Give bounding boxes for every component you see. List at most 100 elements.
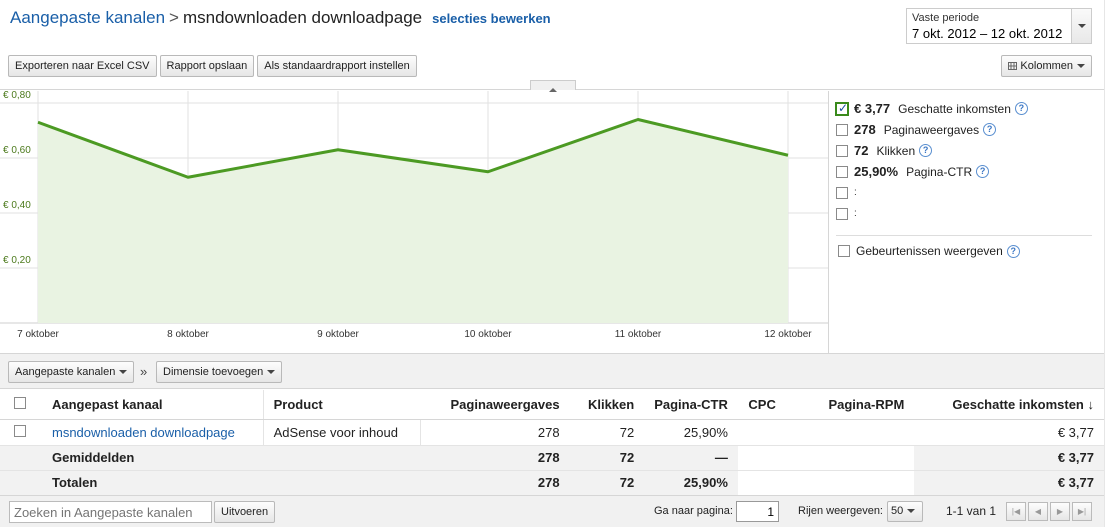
help-circle-icon[interactable]: ? <box>1006 244 1020 258</box>
metrics-legend: € 3,77 Geschatte inkomsten ? 278 Paginaw… <box>835 98 1096 224</box>
export-csv-button[interactable]: Exporteren naar Excel CSV <box>8 55 157 77</box>
x-tick-label: 7 oktober <box>17 329 59 340</box>
show-events-toggle[interactable]: Gebeurtenissen weergeven ? <box>838 244 1020 258</box>
empty-metric-mark: : <box>854 187 857 198</box>
next-page-icon[interactable]: ▶ <box>1050 502 1070 521</box>
ctr-checkbox[interactable] <box>836 165 848 178</box>
totals-label: Totalen <box>42 470 264 496</box>
chevron-down-icon <box>907 509 916 514</box>
page-scrollbar[interactable] <box>1104 0 1112 527</box>
chevron-down-icon <box>1077 64 1085 69</box>
page-number-input[interactable] <box>736 501 779 522</box>
page-title: msndownloaden downloadpage <box>182 8 423 27</box>
breadcrumb-root-link[interactable]: Aangepaste kanalen <box>10 8 165 27</box>
first-page-icon[interactable]: |◀ <box>1006 502 1026 521</box>
table-header-row: Aangepast kanaal Product Paginaweergaves… <box>0 390 1104 420</box>
y-tick-label: € 0,80 <box>3 91 31 101</box>
x-tick-label: 12 oktober <box>764 329 812 340</box>
cpc-cell <box>737 419 786 446</box>
total-ctr-cell: 25,90% <box>644 470 738 496</box>
earnings-chart-svg: € 0,80 € 0,60 € 0,40 € 0,20 7 oktober 8 oktob… <box>0 91 828 340</box>
column-header-rpm[interactable]: Pagina-RPM <box>785 390 915 420</box>
help-circle-icon[interactable]: ? <box>983 123 997 136</box>
column-header-channel[interactable]: Aangepast kanaal <box>42 390 264 420</box>
table-row: msndownloaden downloadpage AdSense voor … <box>0 419 1104 446</box>
empty-metric-checkbox[interactable] <box>836 186 848 199</box>
earnings-total: € 3,77 <box>854 101 891 116</box>
x-tick-label: 10 oktober <box>464 329 512 340</box>
help-circle-icon[interactable]: ? <box>1014 102 1028 115</box>
rows-per-page-label: Rijen weergeven: <box>798 505 883 517</box>
legend-item-earnings[interactable]: € 3,77 Geschatte inkomsten ? <box>835 98 1096 119</box>
add-dimension-label: Dimensie toevoegen <box>163 366 264 378</box>
go-to-page-label: Ga naar pagina: <box>654 505 733 517</box>
column-header-earnings[interactable]: Geschatte inkomsten ↓ <box>914 390 1104 420</box>
sort-down-arrow-icon: ↓ <box>1087 396 1095 412</box>
x-tick-label: 8 oktober <box>167 329 209 340</box>
channel-link[interactable]: msndownloaden downloadpage <box>52 425 235 440</box>
legend-item-clicks[interactable]: 72 Klikken ? <box>836 140 1096 161</box>
clicks-label: Klikken <box>876 143 916 158</box>
last-page-icon[interactable]: ▶| <box>1072 502 1092 521</box>
select-all-checkbox[interactable] <box>14 396 26 409</box>
pageviews-cell: 278 <box>420 419 570 446</box>
help-circle-icon[interactable]: ? <box>976 165 990 178</box>
rpm-cell <box>785 419 915 446</box>
columns-button[interactable]: Kolommen <box>1001 55 1092 77</box>
run-search-button[interactable]: Uitvoeren <box>214 501 276 523</box>
set-default-report-button[interactable]: Als standaardrapport instellen <box>257 55 417 77</box>
earnings-checkbox[interactable] <box>835 101 849 116</box>
averages-label: Gemiddelden <box>42 445 264 471</box>
column-header-cpc[interactable]: CPC <box>737 390 786 420</box>
column-header-clicks[interactable]: Klikken <box>569 390 645 420</box>
avg-pageviews-cell: 278 <box>420 445 570 471</box>
y-tick-label: € 0,20 <box>3 255 31 266</box>
series-area <box>38 119 788 323</box>
avg-ctr-cell: — <box>644 445 738 471</box>
clicks-cell: 72 <box>569 419 645 446</box>
collapse-chart-button[interactable] <box>530 80 576 92</box>
legend-item-ctr[interactable]: 25,90% Pagina-CTR ? <box>836 161 1096 182</box>
dimension-bar: Aangepaste kanalen » Dimensie toevoegen <box>0 353 1104 389</box>
primary-dimension-dropdown[interactable]: Aangepaste kanalen <box>8 361 135 383</box>
empty-metric-checkbox[interactable] <box>836 207 848 220</box>
rows-per-page-value: 50 <box>891 505 904 517</box>
legend-item-empty-1[interactable]: : <box>836 182 1096 203</box>
search-input[interactable] <box>9 501 212 523</box>
date-range-dropdown-button[interactable] <box>1071 9 1091 43</box>
show-events-checkbox[interactable] <box>838 245 850 257</box>
chevron-down-icon <box>267 370 276 375</box>
column-header-product[interactable]: Product <box>262 390 421 420</box>
row-checkbox[interactable] <box>14 424 26 437</box>
ctr-label: Pagina-CTR <box>906 164 973 179</box>
y-tick-label: € 0,40 <box>3 200 31 211</box>
edit-selection-link[interactable]: selecties bewerken <box>432 11 551 26</box>
show-events-label: Gebeurtenissen weergeven <box>856 244 1003 258</box>
date-range-selector[interactable]: Vaste periode 7 okt. 2012 – 12 okt. 2012 <box>906 8 1092 44</box>
clicks-checkbox[interactable] <box>836 144 848 157</box>
chevron-down-icon <box>119 370 128 375</box>
chart-collapse-bar <box>0 80 1104 92</box>
prev-page-icon[interactable]: ◀ <box>1028 502 1048 521</box>
total-earnings-cell: € 3,77 <box>914 470 1104 496</box>
column-header-ctr[interactable]: Pagina-CTR <box>644 390 738 420</box>
help-circle-icon[interactable]: ? <box>919 144 933 157</box>
add-dimension-dropdown[interactable]: Dimensie toevoegen <box>156 361 283 383</box>
y-tick-label: € 0,60 <box>3 145 31 156</box>
pageviews-checkbox[interactable] <box>836 123 848 136</box>
table-footer: Uitvoeren Ga naar pagina: Rijen weergeve… <box>0 495 1104 527</box>
ctr-cell: 25,90% <box>644 419 738 446</box>
total-pageviews-cell: 278 <box>420 470 570 496</box>
clicks-total: 72 <box>854 143 869 158</box>
x-tick-label: 11 oktober <box>615 329 662 340</box>
column-header-pageviews[interactable]: Paginaweergaves <box>420 390 570 420</box>
legend-item-empty-2[interactable]: : <box>836 203 1096 224</box>
primary-dimension-label: Aangepaste kanalen <box>15 366 116 378</box>
pagination-range: 1-1 van 1 <box>946 504 997 518</box>
rows-per-page-select[interactable]: 50 <box>887 501 923 522</box>
pageviews-label: Paginaweergaves <box>883 122 980 137</box>
x-tick-label: 9 oktober <box>317 329 359 340</box>
legend-item-pageviews[interactable]: 278 Paginaweergaves ? <box>836 119 1096 140</box>
save-report-button[interactable]: Rapport opslaan <box>159 55 255 77</box>
columns-grid-icon <box>1008 62 1018 71</box>
